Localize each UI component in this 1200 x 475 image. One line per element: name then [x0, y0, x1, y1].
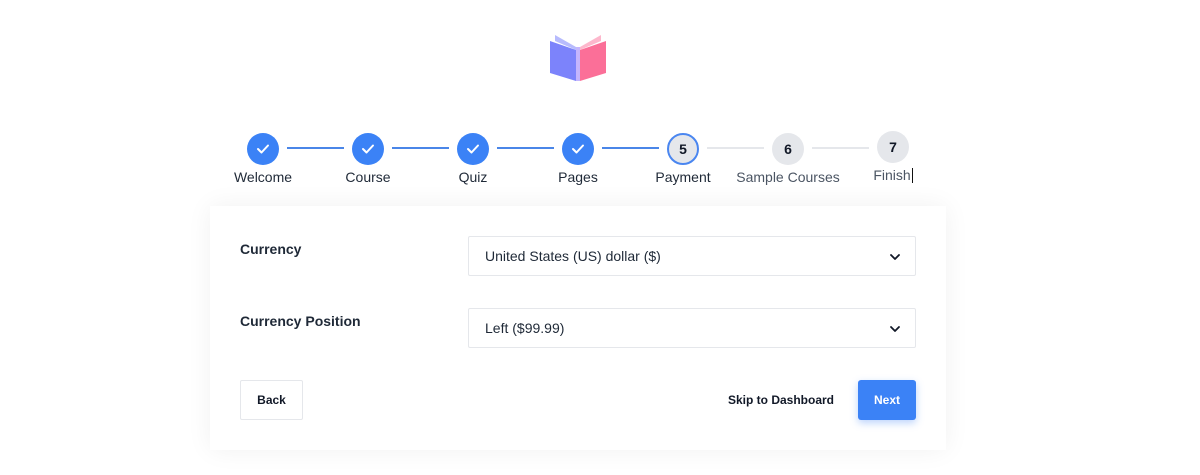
currency-value: United States (US) dollar ($): [485, 248, 661, 264]
skip-to-dashboard-link[interactable]: Skip to Dashboard: [728, 380, 834, 420]
step-number: 6: [772, 133, 804, 165]
next-button[interactable]: Next: [858, 380, 916, 420]
currency-select[interactable]: United States (US) dollar ($): [468, 236, 916, 276]
chevron-down-icon: [890, 254, 900, 260]
currency-position-value: Left ($99.99): [485, 320, 565, 336]
step-number: 5: [667, 133, 699, 165]
chevron-down-icon: [890, 326, 900, 332]
currency-label: Currency: [240, 241, 302, 257]
check-icon: [457, 133, 489, 165]
check-icon: [352, 133, 384, 165]
text-caret: [911, 168, 913, 183]
currency-position-select[interactable]: Left ($99.99): [468, 308, 916, 348]
step-number: 7: [877, 131, 909, 163]
check-icon: [247, 133, 279, 165]
check-icon: [562, 133, 594, 165]
payment-settings-card: Currency United States (US) dollar ($) C…: [210, 206, 946, 450]
currency-position-label: Currency Position: [240, 313, 361, 329]
step-label: Finish: [873, 167, 911, 183]
step-finish[interactable]: 7 Finish: [828, 131, 958, 183]
back-button[interactable]: Back: [240, 380, 303, 420]
setup-stepper: Welcome Course Quiz Pages 5 Payment 6 Sa…: [0, 0, 1200, 200]
